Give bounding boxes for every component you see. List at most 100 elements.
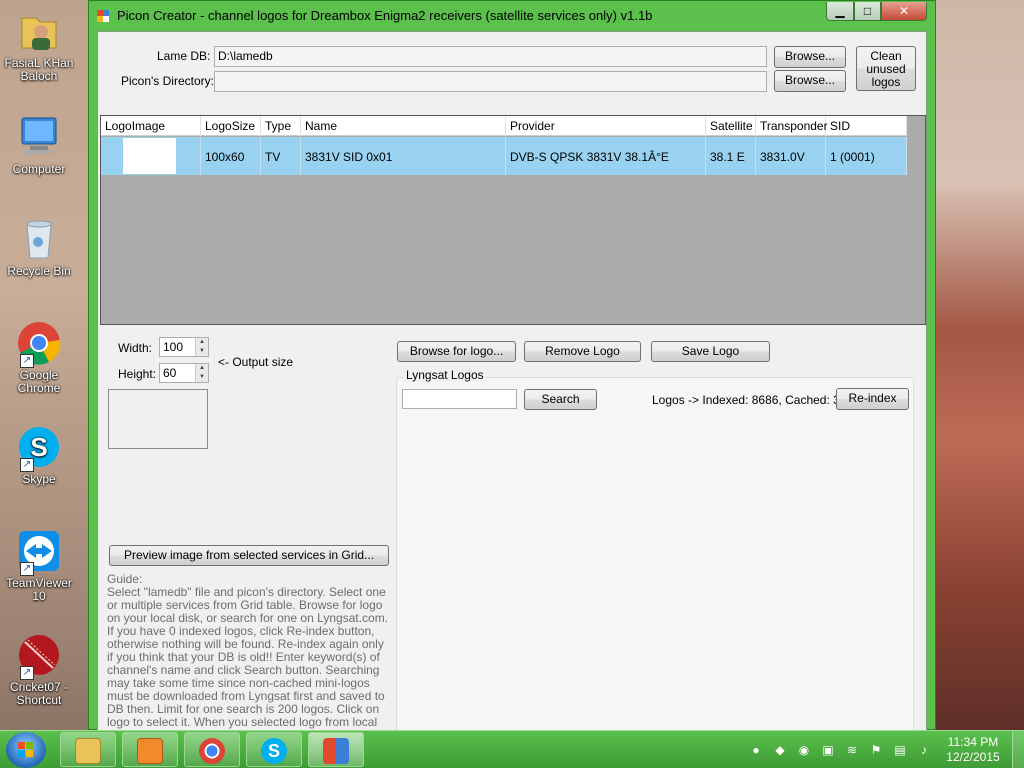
logos-index-status: Logos -> Indexed: 8686, Cached: 30: [652, 393, 847, 407]
app-icon: [97, 10, 109, 22]
clean-unused-logos-button[interactable]: Clean unused logos: [856, 46, 916, 91]
browse-picon-directory-button[interactable]: Browse...: [774, 70, 846, 92]
table-row[interactable]: 100x60 TV 3831V SID 0x01 DVB-S QPSK 3831…: [101, 137, 907, 175]
window-title: Picon Creator - channel logos for Dreamb…: [117, 8, 653, 23]
tray-volume-icon[interactable]: ♪: [916, 742, 932, 758]
services-grid[interactable]: LogoImage LogoSize Type Name Provider Sa…: [100, 115, 926, 325]
tray-power-icon[interactable]: ▤: [892, 742, 908, 758]
recycle-bin-icon: [16, 216, 62, 262]
shortcut-arrow-icon: ↗: [20, 458, 34, 472]
chevron-down-icon[interactable]: ▼: [195, 347, 208, 356]
skype-icon: S: [261, 738, 287, 764]
explorer-icon: [75, 738, 101, 764]
tray-wifi-icon[interactable]: ≋: [844, 742, 860, 758]
width-stepper[interactable]: 100 ▲ ▼: [159, 337, 209, 357]
lamedb-path-field[interactable]: D:\lamedb: [214, 46, 767, 67]
desktop-background-right: [930, 0, 1024, 730]
window-client-area: Lame DB: D:\lamedb Browse... Picon's Dir…: [97, 31, 927, 755]
taskbar-clock[interactable]: 11:34 PM 12/2/2015: [940, 735, 1006, 765]
column-header-transponder[interactable]: Transponder: [756, 116, 828, 136]
tray-display-icon[interactable]: ▣: [820, 742, 836, 758]
taskbar-media-player[interactable]: [122, 732, 178, 767]
preview-image-button[interactable]: Preview image from selected services in …: [109, 545, 389, 566]
desktop-icon-skype[interactable]: S ↗ Skype: [2, 424, 76, 486]
satellite-cell: 38.1 E: [706, 137, 756, 175]
media-player-icon: [137, 738, 163, 764]
tray-flag-icon[interactable]: ⚑: [868, 742, 884, 758]
width-value: 100: [163, 340, 184, 354]
provider-cell: DVB-S QPSK 3831V 38.1Â°E: [506, 137, 706, 175]
taskbar-explorer[interactable]: [60, 732, 116, 767]
taskbar: S ● ◆ ◉ ▣ ≋ ⚑ ▤ ♪ 11:34 PM 12/2/2015: [0, 730, 1024, 768]
column-header-name[interactable]: Name: [301, 116, 506, 136]
logo-size-cell: 100x60: [201, 137, 261, 175]
name-cell: 3831V SID 0x01: [301, 137, 506, 175]
lyngsat-logos-group: [396, 377, 914, 737]
windows-logo-icon: [18, 742, 34, 757]
desktop-icon-label: FasiaL KHan Baloch: [4, 56, 74, 83]
user-folder-icon: [16, 8, 62, 54]
window-titlebar[interactable]: Picon Creator - channel logos for Dreamb…: [89, 1, 935, 31]
start-button[interactable]: [6, 732, 46, 768]
shortcut-arrow-icon: ↗: [20, 354, 34, 368]
picon-directory-field[interactable]: [214, 71, 767, 92]
reindex-button[interactable]: Re-index: [836, 388, 909, 410]
desktop-icon-teamviewer[interactable]: ↗ TeamViewer 10: [2, 528, 76, 603]
desktop-icon-label: Google Chrome: [17, 368, 61, 395]
browse-for-logo-button[interactable]: Browse for logo...: [397, 341, 516, 362]
column-header-satellite[interactable]: Satellite: [706, 116, 756, 136]
column-header-logoimage[interactable]: LogoImage: [101, 116, 201, 136]
tray-app-icon[interactable]: ◆: [772, 742, 788, 758]
shortcut-arrow-icon: ↗: [20, 666, 34, 680]
desktop-icon-google-chrome[interactable]: ↗ Google Chrome: [2, 320, 76, 395]
column-header-logosize[interactable]: LogoSize: [201, 116, 261, 136]
lyngsat-search-input[interactable]: [402, 389, 517, 409]
close-button[interactable]: ✕: [881, 2, 927, 21]
guide-section: Guide: Select "lamedb" file and picon's …: [107, 573, 393, 755]
minimize-button[interactable]: ▁: [826, 2, 854, 21]
chevron-down-icon[interactable]: ▼: [195, 373, 208, 382]
transponder-cell: 3831.0V: [756, 137, 826, 175]
column-header-type[interactable]: Type: [261, 116, 301, 136]
column-header-provider[interactable]: Provider: [506, 116, 706, 136]
skype-icon: S ↗: [16, 424, 62, 472]
desktop-icon-label: TeamViewer 10: [6, 576, 72, 603]
grid-header: LogoImage LogoSize Type Name Provider Sa…: [101, 116, 907, 136]
height-label: Height:: [118, 367, 157, 381]
maximize-button[interactable]: □: [854, 2, 881, 21]
tray-network-icon[interactable]: ●: [748, 742, 764, 758]
taskbar-skype[interactable]: S: [246, 732, 302, 767]
chrome-icon: [199, 738, 225, 764]
desktop-icon-label: Skype: [22, 472, 56, 486]
column-header-sid[interactable]: SID: [826, 116, 907, 136]
remove-logo-button[interactable]: Remove Logo: [524, 341, 641, 362]
type-cell: TV: [261, 137, 301, 175]
height-value: 60: [163, 366, 177, 380]
chevron-up-icon[interactable]: ▲: [195, 364, 208, 373]
browse-lamedb-button[interactable]: Browse...: [774, 46, 846, 68]
shortcut-arrow-icon: ↗: [20, 562, 34, 576]
desktop-icon-label: Recycle Bin: [7, 264, 71, 278]
desktop-icon-user-folder[interactable]: FasiaL KHan Baloch: [2, 8, 76, 83]
output-size-hint: <- Output size: [218, 355, 294, 369]
lyngsat-search-button[interactable]: Search: [524, 389, 597, 410]
desktop-icon-recycle-bin[interactable]: Recycle Bin: [2, 216, 76, 278]
width-label: Width:: [118, 341, 153, 355]
show-desktop-button[interactable]: [1012, 731, 1024, 768]
chrome-icon: ↗: [16, 320, 62, 368]
computer-icon: [16, 114, 62, 160]
taskbar-chrome[interactable]: [184, 732, 240, 767]
tray-sync-icon[interactable]: ◉: [796, 742, 812, 758]
save-logo-button[interactable]: Save Logo: [651, 341, 770, 362]
desktop-icon-computer[interactable]: Computer: [2, 114, 76, 176]
taskbar-picon-creator[interactable]: [308, 732, 364, 767]
logo-thumbnail: [123, 138, 176, 174]
lyngsat-group-title: Lyngsat Logos: [403, 368, 487, 382]
desktop-icon-cricket07[interactable]: ↗ Cricket07 - Shortcut: [2, 632, 76, 707]
sid-cell: 1 (0001): [826, 137, 907, 175]
height-stepper[interactable]: 60 ▲ ▼: [159, 363, 209, 383]
desktop-icon-label: Computer: [12, 162, 66, 176]
picon-creator-window: Picon Creator - channel logos for Dreamb…: [88, 0, 936, 755]
chevron-up-icon[interactable]: ▲: [195, 338, 208, 347]
clock-time: 11:34 PM: [947, 735, 999, 749]
